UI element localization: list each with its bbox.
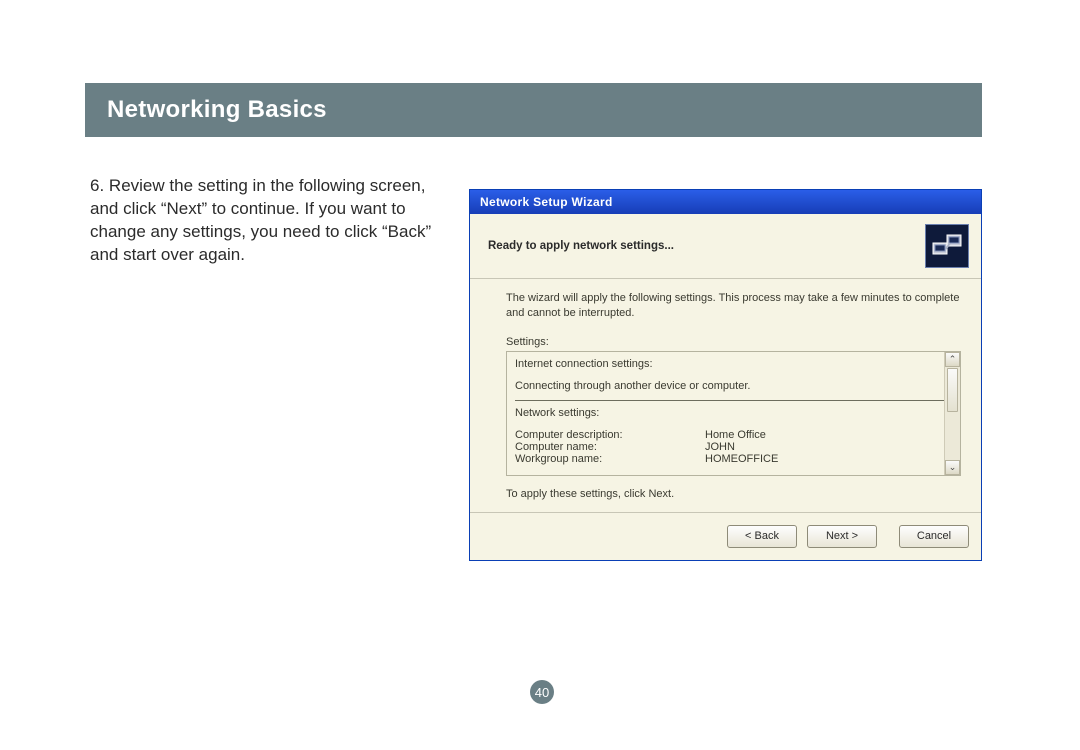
next-button[interactable]: Next > [807, 525, 877, 548]
settings-value: HOMEOFFICE [705, 453, 778, 465]
scrollbar[interactable]: ⌃ ⌄ [944, 352, 960, 475]
step-text: Review the setting in the following scre… [90, 176, 431, 264]
settings-label: Settings: [506, 336, 961, 348]
settings-listbox[interactable]: Internet connection settings: Connecting… [506, 351, 961, 476]
wizard-body: The wizard will apply the following sett… [470, 279, 981, 512]
settings-value: JOHN [705, 441, 735, 453]
settings-section-title: Internet connection settings: [515, 358, 944, 370]
settings-section-line: Connecting through another device or com… [515, 380, 944, 392]
section-banner: Networking Basics [85, 83, 982, 137]
cancel-button[interactable]: Cancel [899, 525, 969, 548]
page-number-badge: 40 [530, 680, 554, 704]
wizard-subtitle: Ready to apply network settings... [488, 240, 674, 252]
wizard-header: Ready to apply network settings... [470, 214, 981, 279]
settings-value: Home Office [705, 429, 766, 441]
settings-key: Computer name: [515, 441, 705, 453]
wizard-network-icon [925, 224, 969, 268]
back-button[interactable]: < Back [727, 525, 797, 548]
scroll-thumb[interactable] [947, 368, 958, 412]
scroll-down-icon[interactable]: ⌄ [945, 460, 960, 475]
wizard-footer: < Back Next > Cancel [470, 512, 981, 560]
wizard-titlebar: Network Setup Wizard [470, 190, 981, 214]
divider [515, 400, 944, 401]
settings-row: Workgroup name: HOMEOFFICE [515, 453, 944, 465]
scroll-up-icon[interactable]: ⌃ [945, 352, 960, 367]
settings-key: Computer description: [515, 429, 705, 441]
settings-row: Computer name: JOHN [515, 441, 944, 453]
settings-row: Computer description: Home Office [515, 429, 944, 441]
network-setup-wizard-window: Network Setup Wizard Ready to apply netw… [469, 189, 982, 561]
wizard-intro-text: The wizard will apply the following sett… [506, 291, 961, 322]
section-title: Networking Basics [107, 96, 327, 124]
instruction-step: 6. Review the setting in the following s… [90, 175, 445, 267]
step-number: 6. [90, 176, 104, 195]
apply-note: To apply these settings, click Next. [506, 488, 961, 500]
settings-key: Workgroup name: [515, 453, 705, 465]
settings-section-title: Network settings: [515, 407, 944, 419]
